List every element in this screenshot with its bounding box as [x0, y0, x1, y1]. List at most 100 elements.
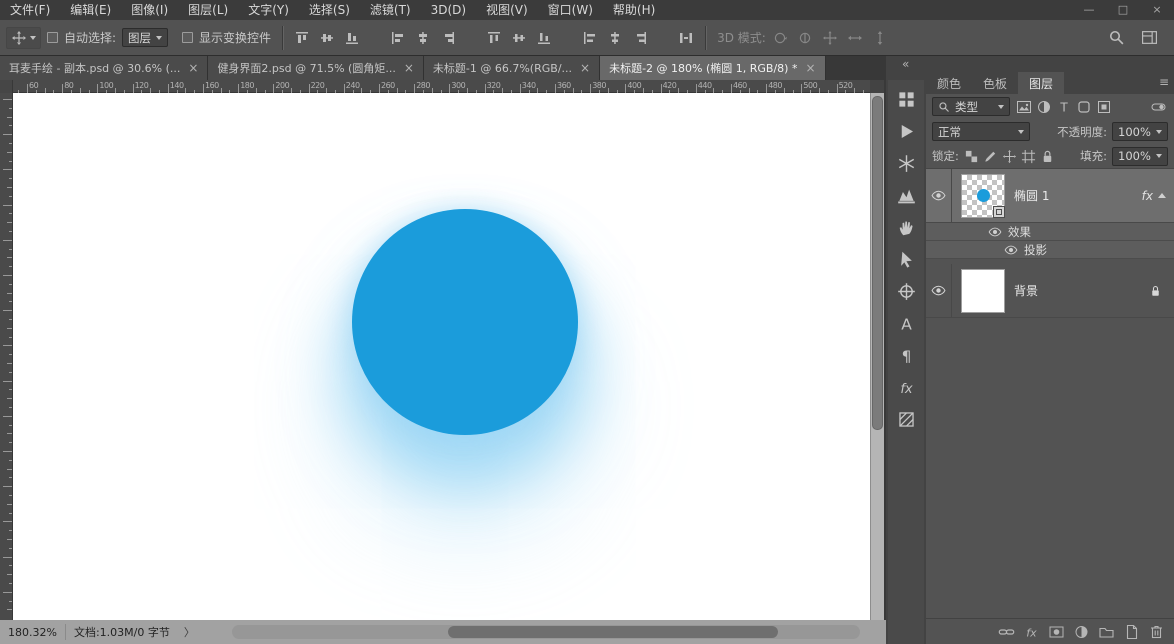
horizontal-scrollbar[interactable]	[232, 625, 860, 639]
menu-item[interactable]: 图像(I)	[121, 0, 178, 20]
pan-3d-icon[interactable]	[822, 30, 838, 46]
distribute-top-edges-icon[interactable]	[486, 30, 502, 46]
layer-thumbnail-ellipse[interactable]	[961, 173, 1005, 218]
close-tab-icon[interactable]: ×	[580, 62, 590, 74]
drop-shadow-effect-row[interactable]: 投影	[926, 241, 1174, 259]
menu-item[interactable]: 帮助(H)	[603, 0, 665, 20]
show-transform-checkbox[interactable]	[182, 32, 194, 43]
align-left-edges-icon[interactable]	[390, 30, 406, 46]
histogram-icon[interactable]	[897, 186, 916, 205]
auto-select-checkbox[interactable]	[47, 32, 58, 43]
ellipse-shape[interactable]	[352, 209, 578, 435]
type-layer-filter-icon[interactable]: T	[1055, 99, 1073, 115]
close-tab-icon[interactable]: ×	[404, 62, 414, 74]
add-layer-mask-icon[interactable]	[1048, 624, 1065, 640]
document-tab[interactable]: 耳麦手绘 - 副本.psd @ 30.6% (... ×	[0, 56, 209, 80]
pixel-layer-filter-icon[interactable]	[1015, 99, 1033, 115]
status-flyout-arrow[interactable]: 〉	[178, 624, 201, 640]
align-horizontal-centers-icon[interactable]	[415, 30, 431, 46]
menu-item[interactable]: 文件(F)	[0, 0, 60, 20]
distribute-spacing-icon[interactable]	[678, 30, 694, 46]
layer-filter-type-dropdown[interactable]: 类型	[932, 97, 1010, 116]
menu-item[interactable]: 滤镜(T)	[360, 0, 421, 20]
adjustment-layer-filter-icon[interactable]	[1035, 99, 1053, 115]
link-layers-icon[interactable]	[998, 624, 1015, 640]
layer-row-background[interactable]: 背景	[926, 264, 1174, 318]
auto-select-dropdown[interactable]: 图层	[122, 28, 169, 47]
distribute-vertical-centers-icon[interactable]	[511, 30, 527, 46]
lock-transparent-pixels-icon[interactable]	[964, 149, 979, 164]
selection-pointer-icon[interactable]	[897, 250, 916, 269]
shape-layer-filter-icon[interactable]	[1075, 99, 1093, 115]
character-panel-icon[interactable]: A	[897, 314, 916, 333]
tool-preset-picker[interactable]	[6, 26, 41, 49]
distribute-bottom-edges-icon[interactable]	[536, 30, 552, 46]
lock-icon[interactable]	[1149, 284, 1162, 298]
align-top-edges-icon[interactable]	[294, 30, 310, 46]
layer-row-ellipse-1[interactable]: 椭圆 1 fx	[926, 169, 1174, 223]
menu-item[interactable]: 视图(V)	[476, 0, 538, 20]
menu-item[interactable]: 图层(L)	[178, 0, 238, 20]
align-vertical-centers-icon[interactable]	[319, 30, 335, 46]
workspace-switcher-icon[interactable]	[1141, 29, 1158, 46]
panel-tab-颜色[interactable]: 颜色	[926, 72, 972, 94]
collections-grid-icon[interactable]	[897, 90, 916, 109]
document-tab[interactable]: 未标题-2 @ 180% (椭圆 1, RGB/8) * ×	[600, 56, 826, 80]
lock-all-icon[interactable]	[1040, 149, 1055, 164]
horizontal-scrollbar-thumb[interactable]	[448, 626, 778, 638]
layer-style-fx-icon[interactable]: fx	[1023, 624, 1040, 640]
actions-play-icon[interactable]	[897, 122, 916, 141]
paragraph-panel-icon[interactable]: ¶	[897, 346, 916, 365]
snowflake-3d-icon[interactable]	[897, 154, 916, 173]
opacity-field[interactable]: 100%	[1112, 122, 1168, 141]
maximize-button[interactable]: □	[1106, 0, 1140, 20]
lock-artboard-icon[interactable]	[1021, 149, 1036, 164]
document-tab[interactable]: 健身界面2.psd @ 71.5% (圆角矩... ×	[208, 56, 424, 80]
vertical-scrollbar-thumb[interactable]	[872, 96, 883, 430]
distribute-horizontal-centers-icon[interactable]	[607, 30, 623, 46]
collapse-panels-button[interactable]: «	[902, 57, 909, 71]
new-layer-icon[interactable]	[1123, 624, 1140, 640]
panel-tab-色板[interactable]: 色板	[972, 72, 1018, 94]
lock-image-pixels-icon[interactable]	[983, 149, 998, 164]
layer-thumbnail-background[interactable]	[961, 268, 1005, 313]
blend-mode-dropdown[interactable]: 正常	[932, 122, 1030, 141]
layer-fx-indicator[interactable]: fx	[1142, 189, 1166, 203]
search-icon[interactable]	[1108, 29, 1125, 46]
close-tab-icon[interactable]: ×	[805, 62, 815, 74]
styles-panel-icon[interactable]: fx	[897, 378, 916, 397]
menu-item[interactable]: 3D(D)	[421, 0, 476, 20]
align-right-edges-icon[interactable]	[440, 30, 456, 46]
new-adjustment-layer-icon[interactable]	[1073, 624, 1090, 640]
scale-3d-icon[interactable]	[872, 30, 888, 46]
eye-icon[interactable]	[988, 227, 1002, 237]
vertical-scrollbar[interactable]	[870, 93, 884, 620]
hand-tool-panel-icon[interactable]	[897, 218, 916, 237]
align-bottom-edges-icon[interactable]	[344, 30, 360, 46]
effects-group-row[interactable]: 效果	[926, 223, 1174, 241]
roll-3d-icon[interactable]	[797, 30, 813, 46]
distribute-left-edges-icon[interactable]	[582, 30, 598, 46]
orbit-3d-icon[interactable]	[772, 30, 788, 46]
close-button[interactable]: ×	[1140, 0, 1174, 20]
slide-3d-icon[interactable]	[847, 30, 863, 46]
visibility-toggle[interactable]	[926, 169, 952, 222]
panel-menu-icon[interactable]: ≡	[1159, 75, 1169, 89]
menu-item[interactable]: 窗口(W)	[538, 0, 603, 20]
canvas[interactable]	[13, 93, 870, 620]
patterns-panel-icon[interactable]	[897, 410, 916, 429]
eye-icon[interactable]	[1004, 245, 1018, 255]
delete-layer-icon[interactable]	[1148, 624, 1165, 640]
menu-item[interactable]: 编辑(E)	[60, 0, 121, 20]
panel-tab-图层[interactable]: 图层	[1018, 72, 1065, 94]
fill-field[interactable]: 100%	[1112, 146, 1168, 166]
menu-item[interactable]: 选择(S)	[299, 0, 360, 20]
lock-position-icon[interactable]	[1002, 149, 1017, 164]
distribute-right-edges-icon[interactable]	[632, 30, 648, 46]
smart-object-filter-icon[interactable]	[1095, 99, 1113, 115]
new-group-icon[interactable]	[1098, 624, 1115, 640]
minimize-button[interactable]: —	[1072, 0, 1106, 20]
document-tab[interactable]: 未标题-1 @ 66.7%(RGB/... ×	[423, 56, 601, 80]
clone-source-icon[interactable]	[897, 282, 916, 301]
filter-toggle-icon[interactable]	[1149, 99, 1168, 115]
